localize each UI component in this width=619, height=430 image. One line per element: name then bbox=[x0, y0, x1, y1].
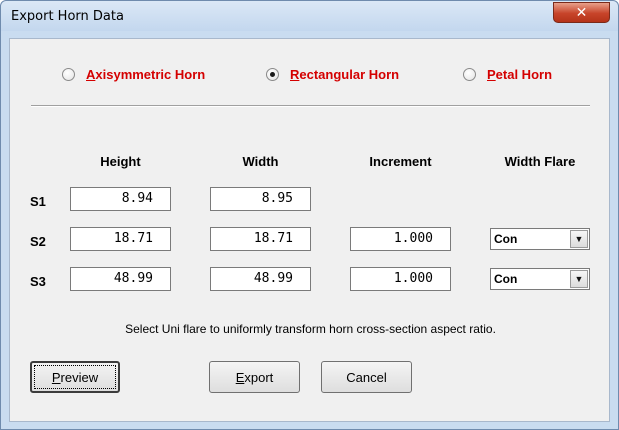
s3-increment-input[interactable]: 1.000 bbox=[350, 267, 451, 291]
chevron-down-icon[interactable]: ▼ bbox=[570, 270, 588, 288]
close-button[interactable]: ✕ bbox=[553, 2, 610, 23]
row-label-s3: S3 bbox=[30, 274, 46, 289]
dialog-body: Axisymmetric Horn Rectangular Horn Petal… bbox=[9, 38, 610, 422]
close-icon: ✕ bbox=[575, 4, 588, 21]
s3-width-flare-value: Con bbox=[494, 272, 518, 286]
radio-button-axisymmetric[interactable] bbox=[62, 67, 75, 81]
s2-height-input[interactable]: 18.71 bbox=[70, 227, 171, 251]
export-button[interactable]: Export bbox=[209, 361, 300, 393]
column-header-height: Height bbox=[100, 154, 141, 169]
export-horn-data-window: Export Horn Data ✕ Axisymmetric Horn Rec… bbox=[0, 0, 619, 430]
s1-height-input[interactable]: 8.94 bbox=[70, 187, 171, 211]
hint-text: Select Uni flare to uniformly transform … bbox=[125, 322, 496, 336]
s2-width-flare-select[interactable]: Con ▼ bbox=[490, 228, 590, 250]
s3-height-input[interactable]: 48.99 bbox=[70, 267, 171, 291]
row-label-s1: S1 bbox=[30, 194, 46, 209]
s2-increment-input[interactable]: 1.000 bbox=[350, 227, 451, 251]
radio-petal-horn[interactable]: Petal Horn bbox=[463, 66, 552, 82]
column-header-increment: Increment bbox=[369, 154, 432, 169]
column-header-width: Width bbox=[242, 154, 279, 169]
row-label-s2: S2 bbox=[30, 234, 46, 249]
preview-button[interactable]: Preview bbox=[30, 361, 120, 393]
s3-width-input[interactable]: 48.99 bbox=[210, 267, 311, 291]
radio-button-rectangular[interactable] bbox=[266, 67, 279, 81]
radio-label-axisymmetric[interactable]: Axisymmetric Horn bbox=[86, 67, 205, 82]
radio-button-petal[interactable] bbox=[463, 67, 476, 81]
separator-line bbox=[31, 105, 590, 107]
s1-width-input[interactable]: 8.95 bbox=[210, 187, 311, 211]
column-header-width-flare: Width Flare bbox=[504, 154, 576, 169]
window-title: Export Horn Data bbox=[11, 9, 124, 24]
s3-width-flare-select[interactable]: Con ▼ bbox=[490, 268, 590, 290]
s2-width-flare-value: Con bbox=[494, 232, 518, 246]
title-bar[interactable]: Export Horn Data ✕ bbox=[1, 1, 618, 31]
radio-axisymmetric-horn[interactable]: Axisymmetric Horn bbox=[62, 66, 205, 82]
s2-width-input[interactable]: 18.71 bbox=[210, 227, 311, 251]
chevron-down-icon[interactable]: ▼ bbox=[570, 230, 588, 248]
radio-rectangular-horn[interactable]: Rectangular Horn bbox=[266, 66, 399, 82]
radio-label-rectangular[interactable]: Rectangular Horn bbox=[290, 67, 399, 82]
radio-label-petal[interactable]: Petal Horn bbox=[487, 67, 552, 82]
cancel-button[interactable]: Cancel bbox=[321, 361, 412, 393]
